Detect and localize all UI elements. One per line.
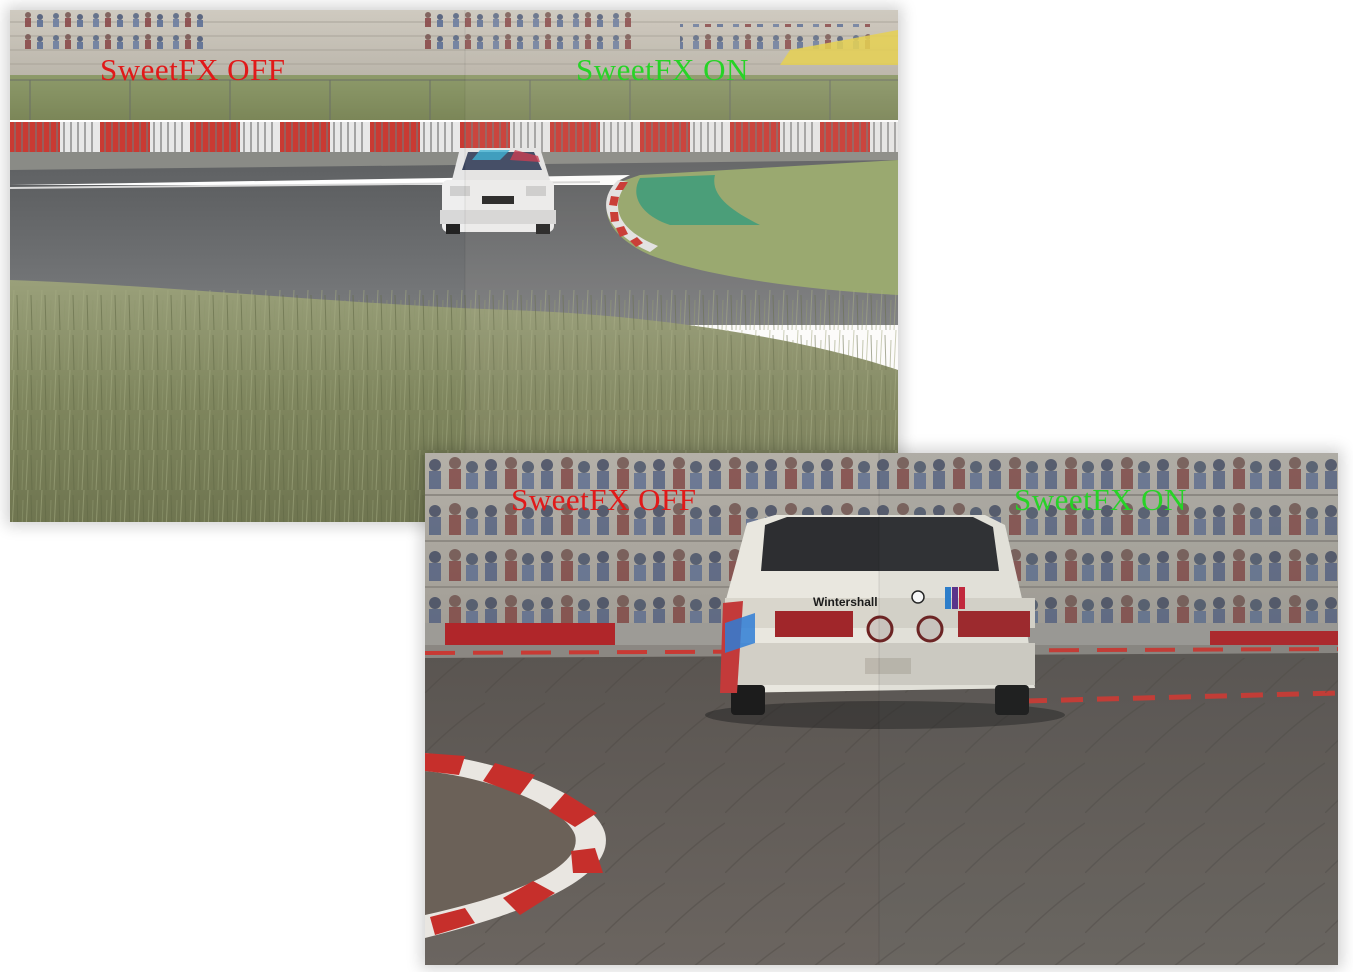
comparison-screenshot-1: SweetFX OFF SweetFX ON xyxy=(10,10,898,522)
sweetfx-on-label: SweetFX ON xyxy=(576,52,749,87)
sweetfx-off-label: SweetFX OFF xyxy=(100,52,286,87)
sweetfx-on-label: SweetFX ON xyxy=(1014,482,1187,517)
car-sponsor-decal: Wintershall xyxy=(813,595,878,609)
comparison-screenshot-2: Wintershall SweetFX OFF SweetFX ON xyxy=(425,453,1338,965)
sweetfx-on-half xyxy=(879,453,1338,965)
race-scene-2: Wintershall xyxy=(425,453,1338,965)
sweetfx-off-label: SweetFX OFF xyxy=(511,482,697,517)
